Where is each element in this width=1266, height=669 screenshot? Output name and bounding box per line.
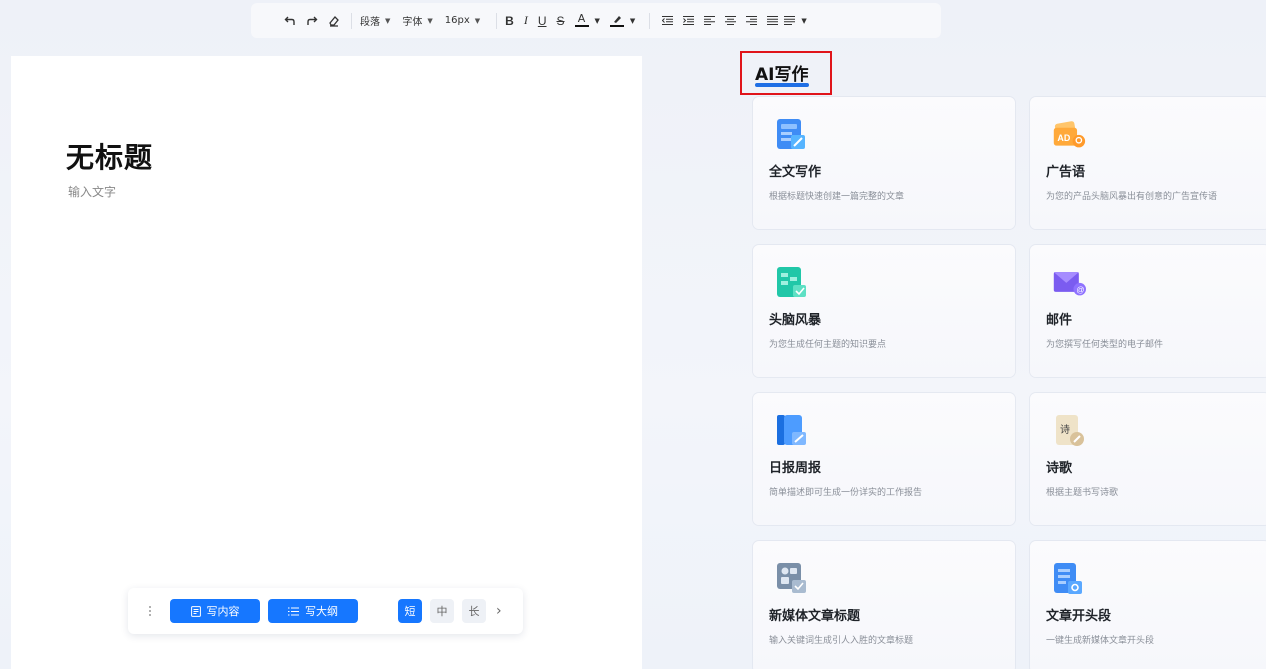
outdent-button[interactable] — [658, 16, 676, 25]
card-title: 日报周报 — [769, 461, 822, 476]
card-full-text-writing[interactable]: 全文写作 根据标题快速创建一篇完整的文章 — [753, 97, 1015, 229]
article-intro-icon — [1054, 563, 1082, 594]
write-outline-button[interactable]: 写大纲 — [268, 599, 358, 623]
write-content-button[interactable]: 写内容 — [170, 599, 260, 623]
font-dropdown[interactable]: 字体 ▼ — [402, 13, 433, 29]
align-center-icon — [724, 16, 736, 25]
ad-icon: AD — [1053, 121, 1086, 148]
align-center-button[interactable] — [721, 16, 739, 25]
poem-icon: 诗 — [1056, 415, 1084, 446]
caret-down-icon: ▼ — [594, 16, 600, 25]
card-description: 简单描述即可生成一份详实的工作报告 — [769, 488, 923, 498]
length-long-button[interactable]: 长 — [462, 599, 486, 623]
chevron-right-icon[interactable]: › — [496, 603, 502, 619]
caret-down-icon: ▼ — [474, 16, 481, 25]
svg-text:诗: 诗 — [1060, 423, 1070, 436]
caret-down-icon: ▼ — [427, 16, 433, 25]
paragraph-dropdown[interactable]: 段落 ▼ — [360, 13, 391, 29]
media-title-icon — [777, 563, 806, 593]
card-title: 邮件 — [1046, 313, 1073, 328]
document-body-placeholder[interactable]: 输入文字 — [68, 183, 116, 200]
list-icon — [288, 607, 299, 615]
card-brainstorm[interactable]: 头脑风暴 为您生成任何主题的知识要点 — [753, 245, 1015, 377]
card-title: 广告语 — [1046, 165, 1086, 180]
highlight-color-button[interactable]: ▼ — [609, 14, 636, 27]
toolbar-divider — [649, 12, 651, 29]
line-height-button[interactable]: ▼ — [784, 16, 807, 25]
card-email[interactable]: @ 邮件 为您撰写任何类型的电子邮件 — [1030, 245, 1266, 377]
line-height-icon — [784, 16, 796, 25]
caret-down-icon: ▼ — [629, 16, 636, 25]
card-title: 诗歌 — [1046, 461, 1073, 476]
outdent-icon — [661, 16, 673, 25]
ai-writing-header: AI写作 — [740, 51, 832, 95]
paragraph-label: 段落 — [360, 17, 380, 28]
align-left-icon — [703, 16, 715, 25]
card-description: 为您的产品头脑风暴出有创意的广告宣传语 — [1046, 192, 1218, 202]
indent-icon — [682, 16, 694, 25]
drag-handle-icon[interactable] — [146, 606, 154, 616]
title-underline — [755, 83, 809, 87]
underline-button[interactable]: U — [538, 14, 547, 28]
card-new-media-title[interactable]: 新媒体文章标题 输入关键词生成引人入胜的文章标题 — [753, 541, 1015, 669]
highlighter-icon — [609, 14, 624, 27]
card-title: 全文写作 — [769, 165, 822, 180]
toolbar-divider — [351, 12, 352, 29]
doc-write-icon — [777, 119, 805, 149]
card-description: 一键生成新媒体文章开头段 — [1046, 636, 1155, 646]
bold-button[interactable]: B — [505, 14, 514, 28]
caret-down-icon: ▼ — [385, 16, 391, 25]
card-ad-slogan[interactable]: AD 广告语 为您的产品头脑风暴出有创意的广告宣传语 — [1030, 97, 1266, 229]
font-color-icon: A — [574, 12, 589, 27]
card-description: 为您生成任何主题的知识要点 — [769, 340, 887, 350]
redo-icon — [307, 16, 318, 25]
length-medium-button[interactable]: 中 — [430, 599, 454, 623]
font-label: 字体 — [402, 17, 423, 28]
length-short-button[interactable]: 短 — [398, 599, 422, 623]
toolbar-divider — [496, 12, 498, 29]
card-article-intro[interactable]: 文章开头段 一键生成新媒体文章开头段 — [1030, 541, 1266, 669]
mail-icon: @ — [1053, 272, 1086, 296]
indent-button[interactable] — [679, 16, 697, 25]
font-size-label: 16px — [444, 15, 470, 26]
document-editor[interactable]: 无标题 输入文字 写内容 写大纲 短 中 长 › — [11, 56, 642, 669]
undo-icon — [284, 16, 295, 25]
align-justify-button[interactable] — [763, 16, 781, 25]
align-left-button[interactable] — [700, 16, 718, 25]
card-daily-weekly-report[interactable]: 日报周报 简单描述即可生成一份详实的工作报告 — [753, 393, 1015, 525]
card-title: 新媒体文章标题 — [769, 609, 861, 624]
svg-text:AD: AD — [1057, 133, 1070, 143]
card-description: 根据主题书写诗歌 — [1046, 488, 1119, 498]
align-right-icon — [745, 16, 757, 25]
card-poem[interactable]: 诗 诗歌 根据主题书写诗歌 — [1030, 393, 1266, 525]
card-description: 为您撰写任何类型的电子邮件 — [1046, 340, 1164, 350]
align-justify-icon — [766, 16, 778, 25]
report-icon — [777, 415, 806, 445]
card-title: 头脑风暴 — [769, 313, 822, 328]
write-outline-label: 写大纲 — [305, 605, 338, 618]
card-title: 文章开头段 — [1046, 609, 1112, 624]
editor-toolbar: 段落 ▼ 字体 ▼ 16px ▼ B I U S A ▼ ▼ ▼ — [251, 3, 941, 38]
ai-generate-bar: 写内容 写大纲 短 中 长 › — [128, 588, 523, 634]
italic-button[interactable]: I — [524, 13, 528, 28]
redo-button[interactable] — [303, 9, 321, 33]
card-description: 输入关键词生成引人入胜的文章标题 — [769, 636, 914, 646]
document-icon — [190, 605, 201, 617]
clear-format-button[interactable] — [325, 9, 343, 33]
strikethrough-button[interactable]: S — [557, 14, 565, 28]
font-color-glyph: A — [577, 12, 586, 25]
write-content-label: 写内容 — [206, 605, 240, 618]
card-description: 根据标题快速创建一篇完整的文章 — [769, 192, 905, 202]
font-size-dropdown[interactable]: 16px ▼ — [445, 15, 480, 26]
caret-down-icon: ▼ — [801, 16, 807, 25]
document-title[interactable]: 无标题 — [66, 136, 153, 176]
eraser-icon — [329, 15, 339, 27]
svg-text:@: @ — [1076, 285, 1084, 294]
ai-writing-title: AI写作 — [755, 65, 809, 85]
font-color-button[interactable]: A ▼ — [574, 12, 600, 27]
align-right-button[interactable] — [742, 16, 760, 25]
undo-button[interactable] — [281, 9, 299, 33]
mindmap-icon — [777, 267, 806, 297]
